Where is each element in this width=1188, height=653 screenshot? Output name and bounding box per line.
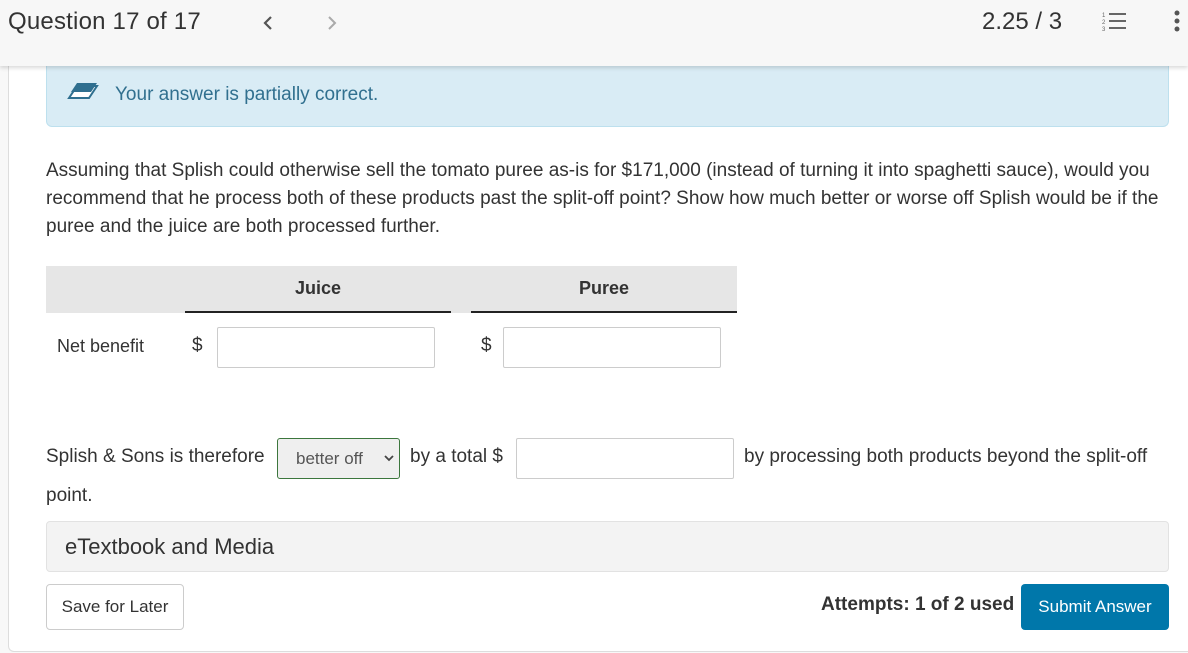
feedback-text: Your answer is partially correct. [115, 84, 379, 105]
conclusion-prefix: Splish & Sons is therefore [46, 446, 265, 467]
table-header: Juice Puree [46, 266, 737, 313]
more-options-button[interactable] [1170, 8, 1184, 36]
feedback-alert: Your answer is partially correct. [46, 60, 1169, 127]
conclusion-suffix: by processing both products beyond the s… [744, 446, 1148, 467]
eraser-icon [67, 83, 99, 99]
conclusion-suffix-wrap: point. [46, 485, 93, 506]
better-worse-select[interactable]: better off [277, 438, 400, 479]
net-benefit-label: Net benefit [57, 336, 145, 356]
puree-currency-symbol: $ [481, 335, 492, 356]
svg-text:2: 2 [1102, 20, 1106, 26]
chevron-left-icon [263, 16, 272, 30]
juice-net-benefit-input[interactable] [217, 327, 435, 368]
submit-answer-button[interactable]: Submit Answer [1021, 584, 1169, 630]
save-for-later-button[interactable]: Save for Later [46, 584, 184, 630]
svg-text:1: 1 [1102, 13, 1106, 19]
select-value: better off [296, 448, 363, 468]
numbered-list-icon: 1 2 3 [1102, 13, 1126, 33]
column-header-puree: Puree [471, 266, 737, 313]
question-header: Question 17 of 17 2.25 / 3 1 2 3 [0, 0, 1188, 66]
question-title: Question 17 of 17 [8, 8, 201, 35]
next-question-button[interactable] [322, 10, 342, 36]
etextbook-label: eTextbook and Media [65, 534, 275, 559]
chevron-right-icon [328, 16, 337, 30]
question-text: Assuming that Splish could otherwise sel… [46, 160, 1159, 237]
score-display: 2.25 / 3 [982, 8, 1063, 35]
svg-text:3: 3 [1102, 27, 1106, 33]
chevron-down-icon [384, 455, 394, 462]
question-list-button[interactable]: 1 2 3 [1100, 10, 1130, 34]
attempts-counter: Attempts: 1 of 2 used [821, 594, 1015, 615]
kebab-menu-icon [1174, 10, 1180, 32]
etextbook-media-section[interactable]: eTextbook and Media [46, 521, 1169, 572]
previous-question-button[interactable] [258, 10, 278, 36]
conclusion-mid: by a total $ [410, 446, 503, 467]
total-amount-input[interactable] [516, 438, 734, 479]
puree-net-benefit-input[interactable] [503, 327, 721, 368]
juice-currency-symbol: $ [192, 335, 203, 356]
column-header-juice: Juice [185, 266, 451, 313]
